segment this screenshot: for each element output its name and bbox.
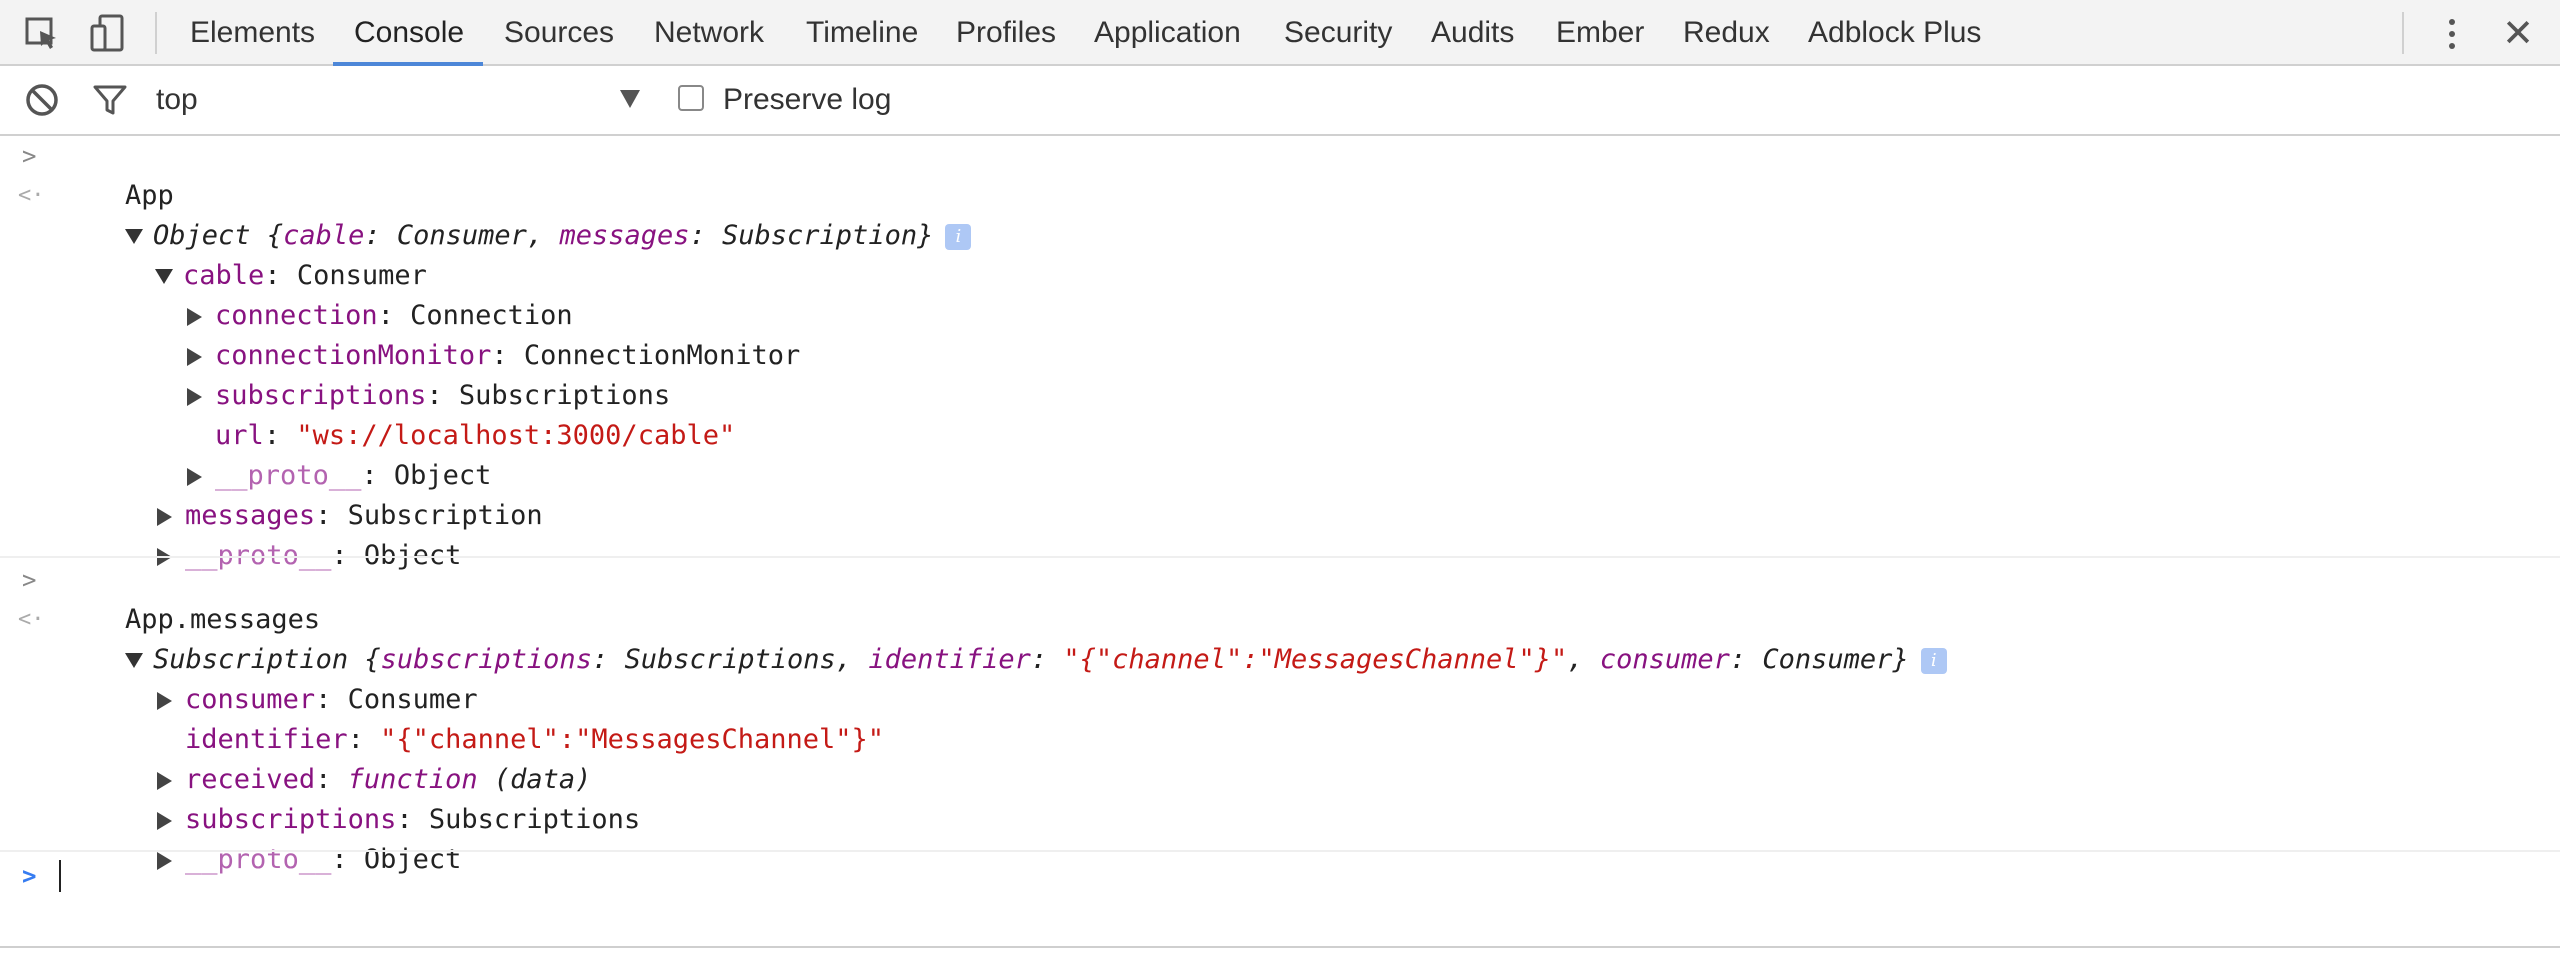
property-value: Object xyxy=(363,844,462,875)
property-row[interactable]: cable: Consumer xyxy=(90,216,427,291)
object-summary[interactable]: Subscription {subscriptions: Subscriptio… xyxy=(60,600,1947,675)
preserve-log-label[interactable]: Preserve log xyxy=(723,66,891,134)
input-prompt-icon: > xyxy=(22,142,37,170)
more-options-icon[interactable] xyxy=(2438,14,2466,54)
panel-bottom-border xyxy=(0,946,2560,948)
summary-key: identifier xyxy=(868,644,1031,675)
tab-profiles[interactable]: Profiles xyxy=(956,0,1056,66)
summary-key: consumer xyxy=(1599,644,1730,675)
result-arrow-icon: <· xyxy=(18,183,45,208)
toolbar-separator xyxy=(2402,12,2404,54)
input-prompt-icon: > xyxy=(22,566,37,594)
info-icon[interactable]: i xyxy=(945,223,972,250)
property-row: url: "ws://localhost:3000/cable" xyxy=(215,420,736,451)
console-input-line: App xyxy=(60,136,174,211)
message-divider xyxy=(0,556,2560,558)
filter-icon[interactable] xyxy=(90,80,130,120)
toolbar-separator xyxy=(155,12,157,54)
tab-console[interactable]: Console xyxy=(354,0,464,66)
device-toolbar-icon[interactable] xyxy=(88,14,128,54)
property-row[interactable]: messages: Subscription xyxy=(92,456,543,531)
property-row[interactable]: subscriptions: Subscriptions xyxy=(122,336,670,411)
summary-value: Subscription xyxy=(722,220,918,251)
property-row[interactable]: received: function (data) xyxy=(92,720,591,795)
console-input-line: App.messages xyxy=(60,560,320,635)
object-summary[interactable]: Object {cable: Consumer, messages: Subsc… xyxy=(60,176,972,251)
property-row[interactable]: consumer: Consumer xyxy=(92,640,478,715)
tab-timeline[interactable]: Timeline xyxy=(806,0,918,66)
tab-ember[interactable]: Ember xyxy=(1556,0,1644,66)
close-icon[interactable]: ✕ xyxy=(2498,14,2538,54)
console-input[interactable] xyxy=(59,860,61,892)
devtools-toolbar: Elements Console Sources Network Timelin… xyxy=(0,0,2560,66)
tab-network[interactable]: Network xyxy=(654,0,764,66)
result-arrow-icon: <· xyxy=(18,607,45,632)
tab-security[interactable]: Security xyxy=(1284,0,1392,66)
preserve-log-checkbox[interactable] xyxy=(678,85,704,111)
tab-adblock-plus[interactable]: Adblock Plus xyxy=(1808,0,1981,66)
message-divider xyxy=(0,850,2560,852)
property-row[interactable]: connection: Connection xyxy=(122,256,573,331)
property-row[interactable]: __proto__: Object xyxy=(122,416,491,491)
console-prompt-icon: > xyxy=(22,862,37,890)
console-filter-bar: top Preserve log xyxy=(0,66,2560,136)
property-key: __proto__ xyxy=(185,844,332,875)
tab-audits[interactable]: Audits xyxy=(1431,0,1514,66)
summary-key: messages xyxy=(559,220,690,251)
tab-elements[interactable]: Elements xyxy=(190,0,315,66)
property-row[interactable]: connectionMonitor: ConnectionMonitor xyxy=(122,296,800,371)
chevron-down-icon[interactable] xyxy=(620,90,640,108)
property-row[interactable]: __proto__: Object xyxy=(92,800,461,875)
tab-application[interactable]: Application xyxy=(1094,0,1241,66)
property-row[interactable]: subscriptions: Subscriptions xyxy=(92,760,640,835)
summary-value: Consumer xyxy=(1762,644,1893,675)
collapse-triangle-icon[interactable] xyxy=(157,851,173,870)
tab-sources[interactable]: Sources xyxy=(504,0,614,66)
property-row[interactable]: __proto__: Object xyxy=(92,496,461,571)
property-row: identifier: "{"channel":"MessagesChannel… xyxy=(185,724,885,755)
summary-string-value: "{"channel":"MessagesChannel"}" xyxy=(1063,644,1568,675)
info-icon[interactable]: i xyxy=(1920,647,1947,674)
inspect-element-icon[interactable] xyxy=(22,14,62,54)
clear-console-icon[interactable] xyxy=(22,80,62,120)
context-selector[interactable]: top xyxy=(156,66,198,134)
tab-redux[interactable]: Redux xyxy=(1683,0,1770,66)
summary-value: Subscriptions xyxy=(624,644,836,675)
